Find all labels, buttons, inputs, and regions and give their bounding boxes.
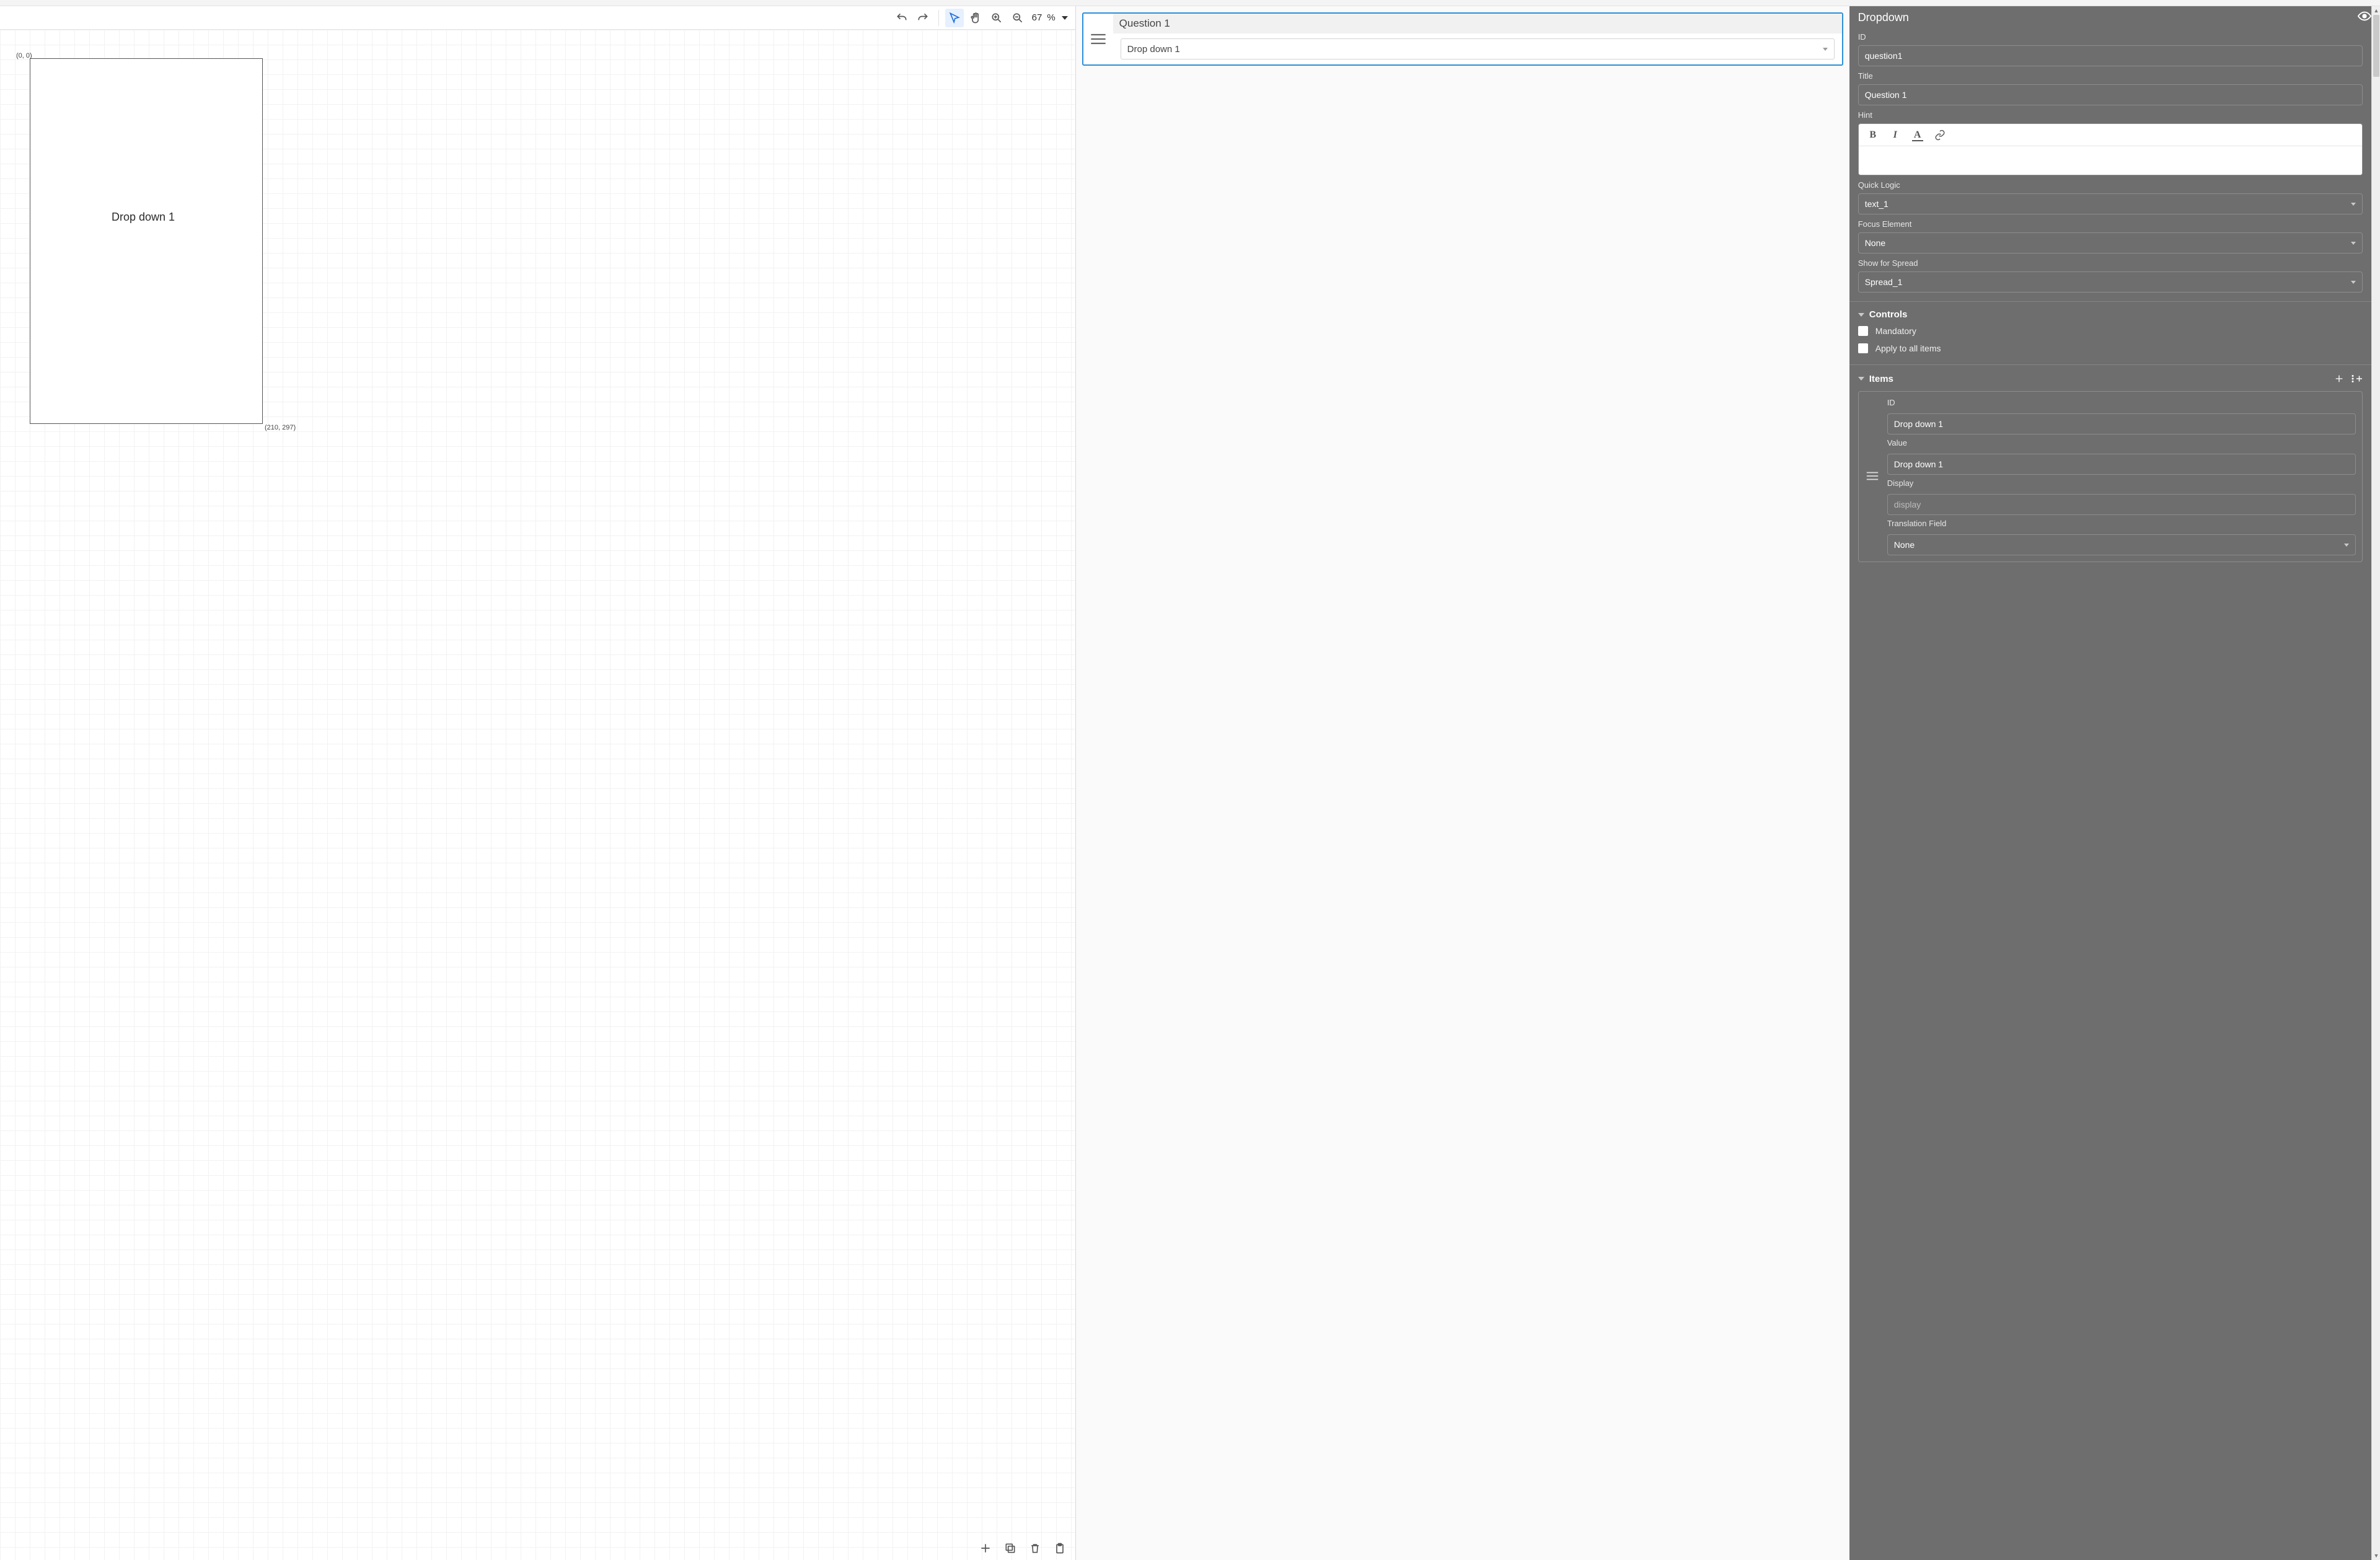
questions-column: Question 1 Drop down 1 (1076, 6, 1849, 1560)
mandatory-checkbox[interactable] (1858, 326, 1868, 336)
canvas-area[interactable]: (0, 0) Drop down 1 (210, 297) (0, 30, 1075, 1560)
zoom-unit: % (1047, 12, 1055, 23)
item-translation-value: None (1894, 540, 1915, 550)
apply-all-label: Apply to all items (1875, 343, 1941, 353)
show-spread-select[interactable]: Spread_1 (1858, 271, 2363, 293)
copy-button[interactable] (1001, 1539, 1020, 1558)
pointer-tool[interactable] (945, 9, 964, 27)
items-header-label: Items (1869, 374, 1893, 384)
item-id-input[interactable] (1887, 413, 2356, 434)
delete-button[interactable] (1026, 1539, 1044, 1558)
item-value-label: Value (1887, 438, 2356, 447)
redo-button[interactable] (914, 9, 932, 27)
title-input[interactable] (1858, 84, 2363, 105)
zoom-out-tool[interactable] (1008, 9, 1027, 27)
item-display-input[interactable] (1887, 494, 2356, 515)
zoom-dropdown[interactable] (1062, 16, 1068, 20)
bold-button[interactable]: B (1866, 128, 1880, 142)
id-input[interactable] (1858, 45, 2363, 66)
chevron-down-icon (1823, 48, 1828, 51)
panel-scrollbar[interactable]: ▲ ▼ (2371, 6, 2380, 1560)
hint-label: Hint (1858, 110, 2363, 120)
item-translation-select[interactable]: None (1887, 534, 2356, 555)
question-title: Question 1 (1113, 14, 1842, 33)
item-translation-label: Translation Field (1887, 519, 2356, 528)
controls-header-label: Controls (1869, 309, 1908, 320)
divider (1849, 364, 2371, 365)
question-card[interactable]: Question 1 Drop down 1 (1082, 12, 1843, 66)
chevron-down-icon (2351, 242, 2356, 245)
canvas-column: 67 % (0, 0) Drop down 1 (210, 297) (0, 6, 1076, 1560)
link-button[interactable] (1933, 128, 1947, 142)
scroll-up-button[interactable]: ▲ (2372, 6, 2380, 15)
add-button[interactable] (976, 1539, 995, 1558)
canvas-footer-toolbar (976, 1536, 1069, 1560)
id-label: ID (1858, 32, 2363, 42)
focus-element-select[interactable]: None (1858, 232, 2363, 253)
item-id-label: ID (1887, 398, 2356, 407)
focus-element-label: Focus Element (1858, 219, 2363, 229)
items-section-header[interactable]: Items (1849, 370, 2371, 387)
zoom-value[interactable]: 67 (1029, 12, 1045, 23)
show-spread-label: Show for Spread (1858, 258, 2363, 268)
toolbar-divider (938, 10, 939, 26)
item-drag-handle[interactable] (1865, 397, 1880, 555)
quick-logic-value: text_1 (1865, 199, 1889, 209)
question-dropdown[interactable]: Drop down 1 (1121, 38, 1835, 59)
undo-button[interactable] (892, 9, 911, 27)
quick-logic-label: Quick Logic (1858, 180, 2363, 190)
coord-bottom-right: (210, 297) (265, 424, 296, 431)
italic-button[interactable]: I (1889, 128, 1902, 142)
add-multiple-items-button[interactable] (2350, 372, 2363, 385)
divider (1849, 301, 2371, 302)
font-color-button[interactable]: A (1911, 128, 1924, 142)
title-label: Title (1858, 71, 2363, 81)
page-rect[interactable] (30, 58, 263, 424)
item-block: ID Value Display Translation Field None (1858, 391, 2363, 562)
app-top-strip (0, 0, 2380, 6)
item-value-input[interactable] (1887, 454, 2356, 475)
paste-button[interactable] (1051, 1539, 1069, 1558)
item-display-label: Display (1887, 478, 2356, 488)
apply-all-checkbox[interactable] (1858, 343, 1868, 353)
canvas-element-label[interactable]: Drop down 1 (112, 211, 175, 224)
controls-section-header[interactable]: Controls (1849, 307, 2371, 322)
chevron-down-icon (2344, 544, 2349, 547)
chevron-down-icon (2351, 281, 2356, 284)
focus-element-value: None (1865, 238, 1885, 248)
question-drag-handle[interactable] (1083, 14, 1113, 64)
scroll-thumb[interactable] (2373, 15, 2379, 77)
mandatory-label: Mandatory (1875, 326, 1916, 336)
panel-header: Dropdown (1849, 6, 2380, 29)
pan-tool[interactable] (966, 9, 985, 27)
collapse-icon (1858, 377, 1864, 381)
chevron-down-icon (2351, 203, 2356, 206)
scroll-down-button[interactable]: ▼ (2372, 1551, 2380, 1560)
hint-editor[interactable]: B I A (1858, 123, 2363, 175)
visibility-toggle[interactable] (2358, 11, 2371, 24)
properties-panel: Dropdown ID Title Hint B I A (1849, 6, 2380, 1560)
question-dropdown-value: Drop down 1 (1127, 44, 1180, 55)
collapse-icon (1858, 313, 1864, 317)
zoom-in-tool[interactable] (987, 9, 1006, 27)
quick-logic-select[interactable]: text_1 (1858, 193, 2363, 214)
canvas-toolbar: 67 % (0, 6, 1075, 30)
show-spread-value: Spread_1 (1865, 277, 1903, 287)
hint-textarea[interactable] (1859, 146, 2362, 175)
add-item-button[interactable] (2333, 372, 2345, 385)
panel-title: Dropdown (1858, 11, 1909, 24)
